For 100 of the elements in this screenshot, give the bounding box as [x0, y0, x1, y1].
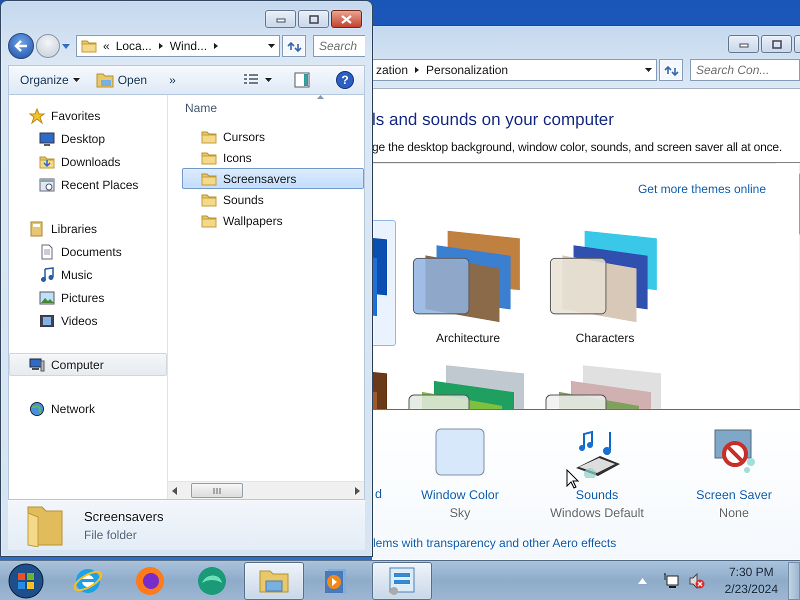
setting-value: None: [719, 506, 749, 520]
item-type: File folder: [84, 528, 138, 542]
library-icon: [29, 220, 45, 236]
theme-item[interactable]: Characters: [540, 220, 670, 346]
breadcrumb-item[interactable]: Wind...: [170, 39, 208, 53]
breadcrumb-item[interactable]: Personalization: [426, 63, 508, 77]
more-commands-button[interactable]: »: [166, 71, 179, 89]
globe-icon: [29, 400, 45, 416]
refresh-button[interactable]: [282, 35, 306, 57]
nav-item[interactable]: Recent Places: [9, 173, 167, 196]
maximize-icon: [772, 40, 782, 48]
setting-link[interactable]: d: [375, 487, 382, 501]
file-item[interactable]: Cursors: [182, 126, 364, 147]
folder-icon: [201, 150, 217, 166]
minimize-button[interactable]: [728, 35, 759, 53]
folder-icon: [201, 192, 217, 208]
folder-icon: [81, 38, 97, 54]
back-button[interactable]: [8, 33, 34, 59]
sort-arrow-icon: [317, 95, 324, 99]
file-item[interactable]: Wallpapers: [182, 210, 364, 231]
nav-item[interactable]: Documents: [9, 240, 167, 263]
theme-label: Architecture: [436, 331, 500, 345]
windows-logo-icon: [8, 562, 44, 598]
computer-icon: [29, 356, 45, 372]
recent-pages-dropdown-icon[interactable]: [62, 44, 70, 48]
maximize-icon: [308, 14, 318, 24]
setting-value: Windows Default: [550, 506, 644, 520]
firefox-logo-icon: [134, 564, 166, 596]
file-item[interactable]: Screensavers: [182, 168, 364, 189]
nav-item[interactable]: Pictures: [9, 286, 167, 309]
scroll-right-arrow-icon[interactable]: [355, 486, 360, 494]
dropdown-arrow-icon[interactable]: [268, 44, 275, 48]
preview-pane-icon: [294, 72, 310, 88]
breadcrumb-item[interactable]: zation: [376, 63, 408, 77]
address-bar[interactable]: zation Personalization: [372, 59, 657, 81]
clock-time[interactable]: 7:30 PM: [728, 565, 774, 579]
monitor-icon: [39, 130, 55, 146]
volume-button[interactable]: [686, 570, 707, 590]
taskbar-button[interactable]: [244, 562, 304, 600]
color-swatch-icon[interactable]: [435, 428, 485, 478]
organize-menu[interactable]: Organize: [17, 71, 83, 89]
address-bar[interactable]: « Loca... Wind...: [76, 35, 280, 57]
back-arrow-icon: [14, 40, 28, 52]
folder-icon: [201, 212, 217, 228]
theme-item[interactable]: Architecture: [403, 220, 533, 346]
setting-link[interactable]: Window Color: [421, 488, 499, 502]
file-item[interactable]: Sounds: [182, 189, 364, 210]
dropdown-arrow-icon: [72, 78, 80, 82]
nav-item[interactable]: Downloads: [9, 150, 167, 173]
grip-icon: [213, 488, 221, 494]
window-icon: [39, 176, 55, 192]
nav-item[interactable]: Computer: [9, 353, 167, 376]
setting-value: Sky: [450, 506, 470, 520]
star-icon: [29, 108, 45, 124]
picture-icon: [39, 290, 55, 306]
item-name: Screensavers: [84, 508, 164, 524]
open-button[interactable]: Open: [92, 70, 150, 90]
nav-item[interactable]: Network: [9, 397, 167, 420]
clock-date[interactable]: 2/23/2024: [724, 582, 778, 596]
minimize-button[interactable]: [265, 10, 296, 28]
music-note-icon: [39, 266, 55, 282]
help-button[interactable]: ?: [336, 71, 354, 89]
speaker-muted-icon: [688, 572, 705, 588]
film-icon: [39, 312, 55, 328]
nav-item[interactable]: Music: [9, 263, 167, 286]
page-heading: ls and sounds on your computer: [372, 110, 615, 130]
nav-item[interactable]: Favorites: [9, 104, 167, 127]
chevron-icon[interactable]: [158, 42, 164, 50]
swirl-logo-icon: [196, 564, 228, 596]
preview-pane-button[interactable]: [292, 70, 312, 90]
horizontal-scrollbar[interactable]: [168, 481, 364, 499]
themes-link[interactable]: Get more themes online: [638, 182, 766, 196]
list-view-icon: [243, 73, 259, 87]
folder-icon: [201, 170, 217, 186]
taskbar-button[interactable]: [372, 562, 432, 600]
setting-link[interactable]: Sounds: [576, 488, 618, 502]
folder-icon: [39, 154, 55, 170]
setting-link[interactable]: Screen Saver: [696, 488, 772, 502]
folder-icon: [201, 128, 217, 144]
maximize-button[interactable]: [761, 35, 792, 53]
start-button[interactable]: [6, 562, 46, 600]
nav-item[interactable]: Desktop: [9, 127, 167, 150]
theme-label: Characters: [576, 331, 634, 345]
scroll-left-arrow-icon[interactable]: [172, 486, 177, 494]
chevron-icon[interactable]: [213, 42, 220, 50]
maximize-button[interactable]: [298, 10, 329, 28]
aero-help-link[interactable]: lems with transparency and other Aero effects: [373, 536, 800, 550]
file-item[interactable]: Icons: [182, 147, 364, 168]
network-icon: [662, 572, 679, 588]
search-field[interactable]: Search: [313, 35, 365, 57]
column-header[interactable]: Name: [185, 101, 218, 115]
breadcrumb-item[interactable]: Loca...: [116, 39, 152, 53]
nav-item[interactable]: Libraries: [9, 217, 167, 240]
search-field[interactable]: Search Con...: [690, 59, 800, 81]
mouse-pointer-icon: [566, 469, 579, 489]
refresh-button[interactable]: [659, 59, 683, 81]
dropdown-arrow-icon[interactable]: [645, 68, 652, 72]
breadcrumb-overflow[interactable]: «: [103, 39, 110, 53]
close-button[interactable]: [331, 10, 362, 28]
nav-item[interactable]: Videos: [9, 309, 167, 332]
